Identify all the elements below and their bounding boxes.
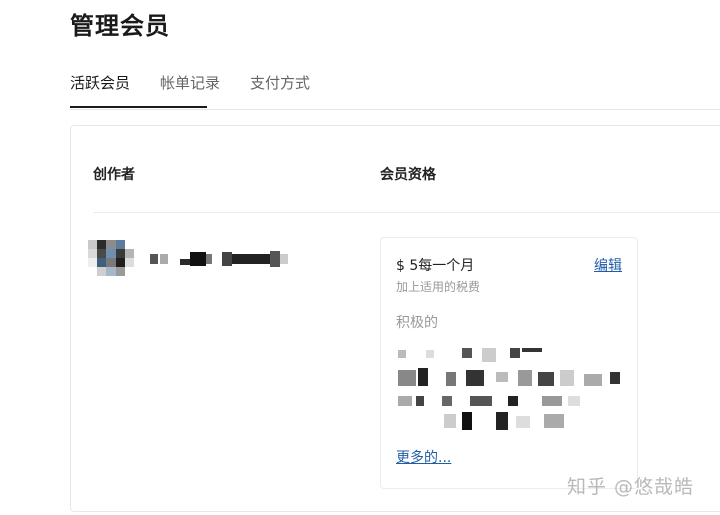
tab-bar: 活跃会员 帐单记录 支付方式: [70, 72, 340, 107]
tax-note: 加上适用的税费: [396, 280, 481, 294]
tab-payment-methods[interactable]: 支付方式: [250, 72, 310, 107]
tabs-divider: [70, 109, 720, 110]
edit-membership-link[interactable]: 编辑: [594, 255, 622, 275]
page-title: 管理会员: [70, 12, 170, 40]
creator-name-obscured[interactable]: [150, 248, 288, 270]
more-benefits-link[interactable]: 更多的...: [396, 447, 451, 467]
tab-active-members[interactable]: 活跃会员: [70, 72, 130, 107]
active-tab-indicator: [70, 106, 207, 108]
column-header-creator: 创作者: [93, 167, 135, 183]
membership-price: $ 5每一个月: [396, 258, 475, 274]
header-divider: [93, 212, 720, 213]
watermark: 知乎 @悠哉皓: [567, 476, 695, 498]
membership-status: 积极的: [396, 315, 438, 331]
creator-avatar[interactable]: [88, 240, 134, 276]
tab-billing-history[interactable]: 帐单记录: [160, 72, 220, 107]
column-header-membership: 会员资格: [380, 167, 436, 183]
benefits-obscured: [398, 346, 623, 436]
